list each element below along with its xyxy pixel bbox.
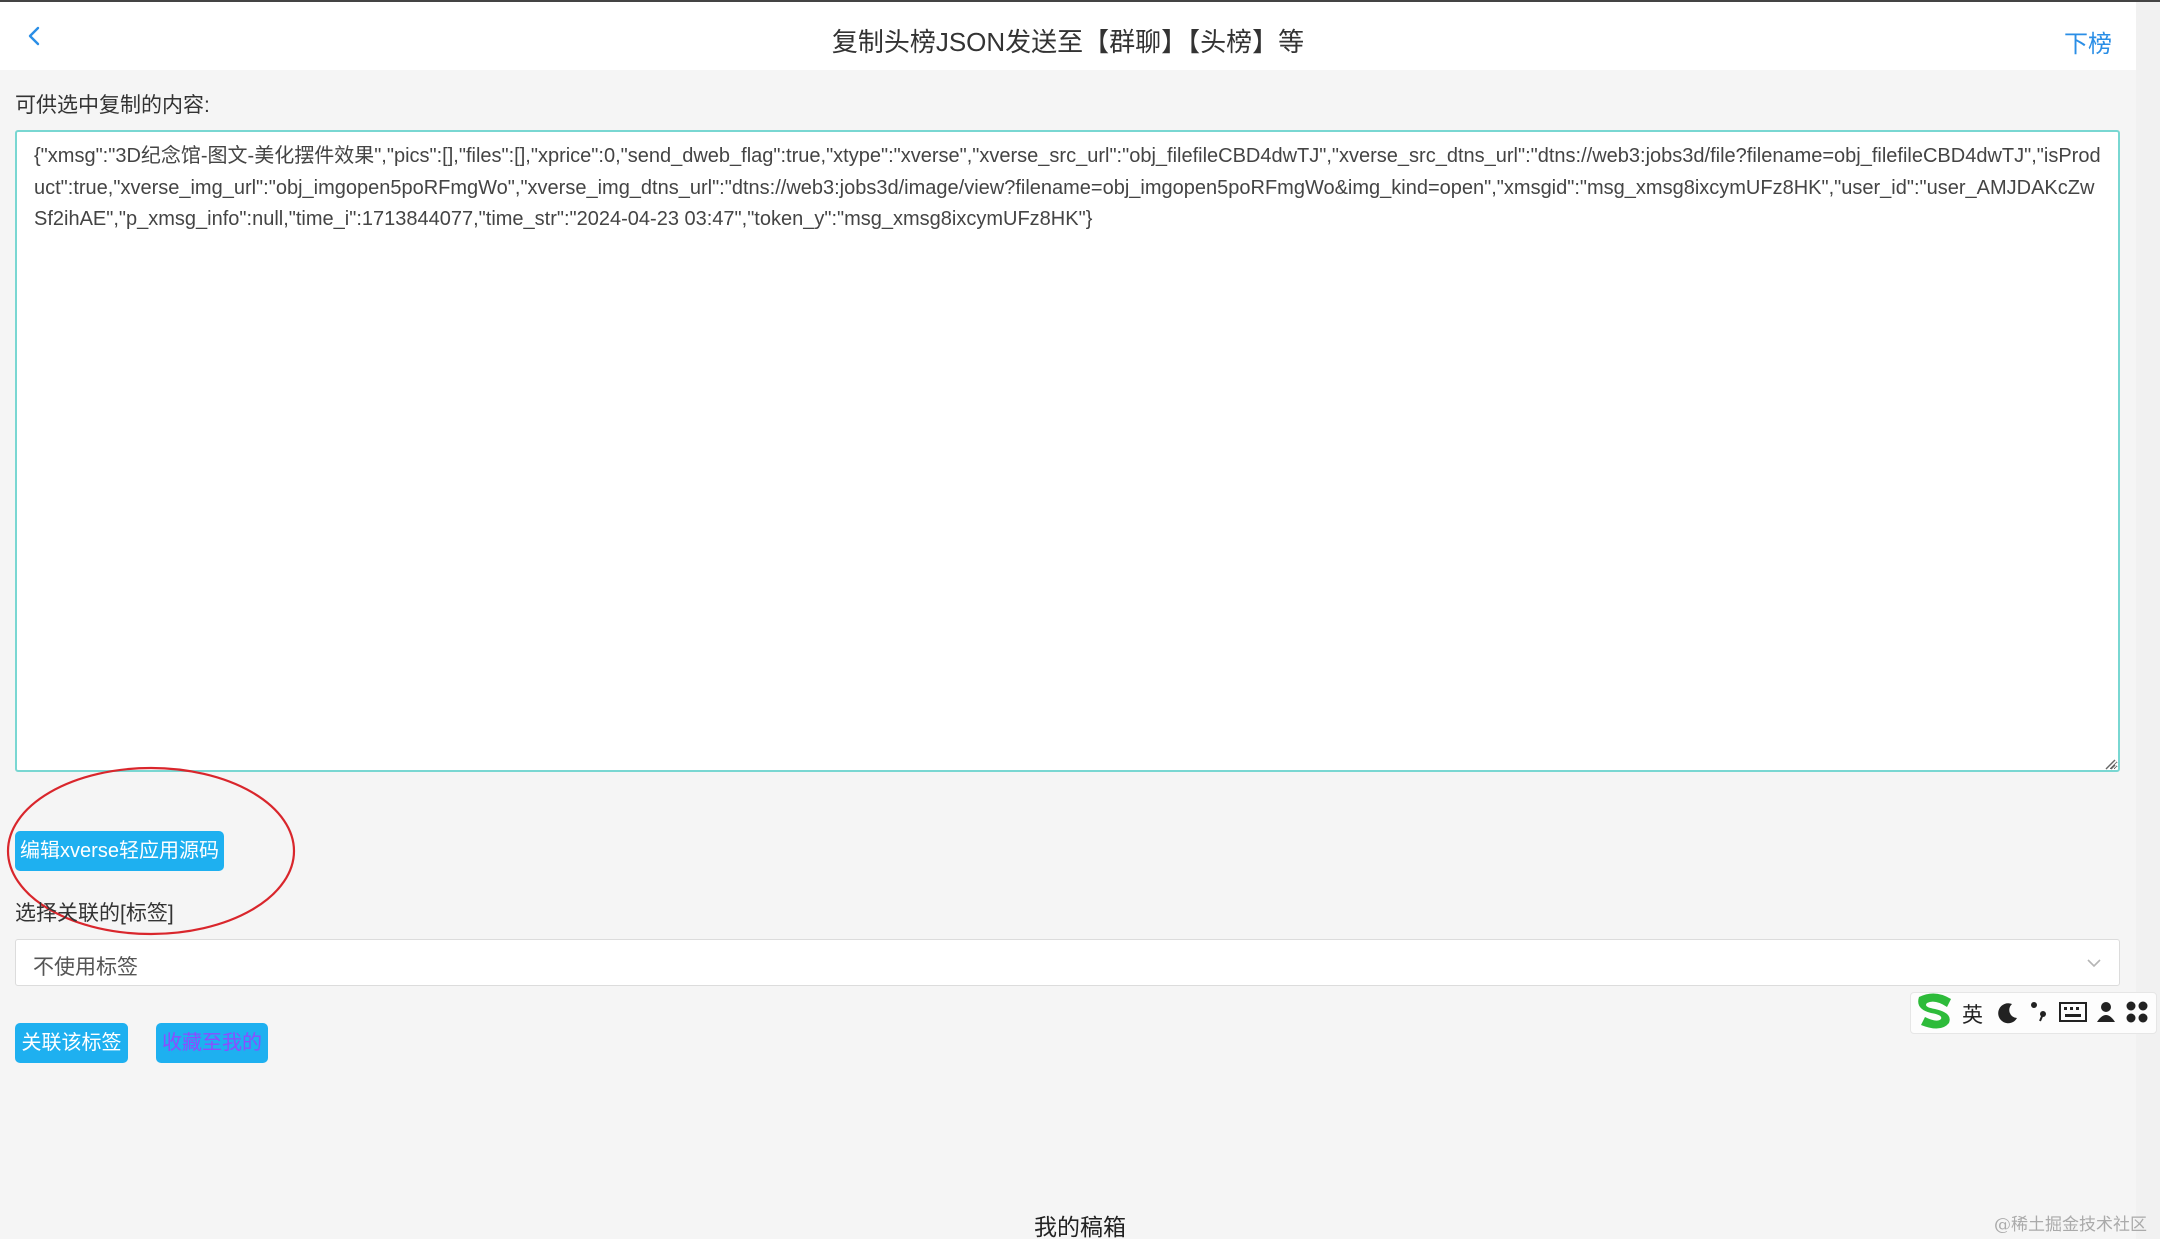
ime-toolbar[interactable]: 英 — [1910, 992, 2157, 1034]
watermark: @稀土掘金技术社区 — [1994, 1215, 2147, 1235]
page-scrollbar[interactable] — [2136, 2, 2160, 1239]
keyboard-icon[interactable] — [2059, 1002, 2087, 1028]
json-content-textarea[interactable]: {"xmsg":"3D纪念馆-图文-美化摆件效果","pics":[],"fil… — [15, 130, 2120, 772]
tag-select[interactable]: 不使用标签 — [15, 939, 2120, 986]
ime-lang-toggle[interactable]: 英 — [1962, 999, 1983, 1029]
header-bar: 复制头榜JSON发送至【群聊】【头榜】等 下榜 — [0, 2, 2136, 70]
page-title: 复制头榜JSON发送至【群聊】【头榜】等 — [831, 27, 1305, 57]
tag-select-value: 不使用标签 — [33, 956, 138, 979]
resize-grip-icon[interactable] — [2102, 756, 2116, 770]
relate-tag-button[interactable]: 关联该标签 — [15, 1023, 128, 1063]
grid-icon[interactable] — [2125, 1000, 2149, 1030]
chevron-down-icon — [2085, 954, 2103, 972]
moon-icon[interactable] — [1996, 1001, 2020, 1031]
drafts-title[interactable]: 我的稿箱 — [0, 1208, 2160, 1239]
punctuation-icon[interactable] — [2029, 999, 2051, 1029]
tag-select-label: 选择关联的[标签] — [15, 902, 174, 925]
header-right-action[interactable]: 下榜 — [2064, 24, 2112, 59]
sogou-logo-icon[interactable] — [1913, 991, 1957, 1037]
copy-content-label: 可供选中复制的内容: — [15, 94, 210, 117]
page: 复制头榜JSON发送至【群聊】【头榜】等 下榜 可供选中复制的内容: {"xms… — [0, 0, 2160, 1239]
user-icon[interactable] — [2095, 1000, 2117, 1030]
favorite-button[interactable]: 收藏至我的 — [156, 1023, 268, 1063]
